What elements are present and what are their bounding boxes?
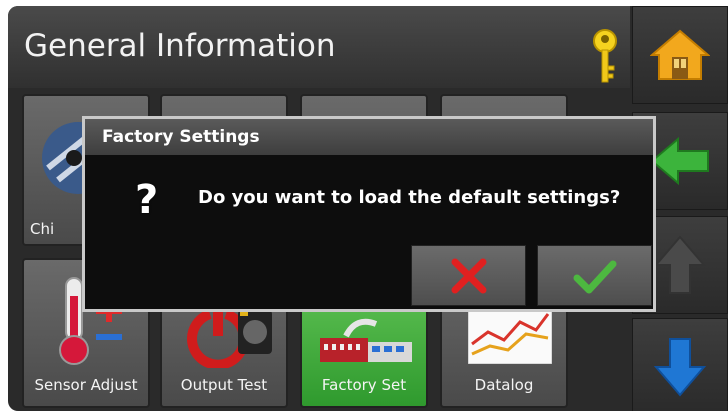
home-icon [650, 29, 710, 80]
home-button[interactable] [632, 6, 728, 104]
tile-label: Output Test [180, 376, 268, 394]
key-icon[interactable] [590, 28, 620, 90]
cancel-button[interactable] [411, 245, 526, 306]
dialog-message: Do you want to load the default settings… [198, 187, 621, 208]
checkmark-icon [573, 260, 616, 293]
device-screen: General Information Chi Sensor Adjust Ou… [8, 6, 728, 411]
page-title: General Information [24, 28, 336, 64]
x-icon [451, 258, 486, 293]
factory-settings-dialog: Factory Settings ? Do you want to load t… [82, 116, 656, 312]
confirm-button[interactable] [537, 245, 652, 306]
header-bar: General Information [8, 6, 630, 88]
factory-icon [320, 318, 412, 362]
question-icon: ? [135, 177, 159, 223]
arrow-down-icon [653, 338, 707, 397]
dialog-title: Factory Settings [85, 119, 653, 155]
power-pump-icon [187, 306, 272, 368]
arrow-left-icon [650, 136, 709, 186]
tile-label: Factory Set [321, 376, 407, 394]
arrow-up-icon [653, 235, 707, 294]
tile-label: Datalog [474, 376, 534, 394]
tile-label: Sensor Adjust [34, 376, 138, 394]
scroll-down-button[interactable] [632, 318, 728, 411]
datalog-chart-icon [468, 304, 552, 364]
